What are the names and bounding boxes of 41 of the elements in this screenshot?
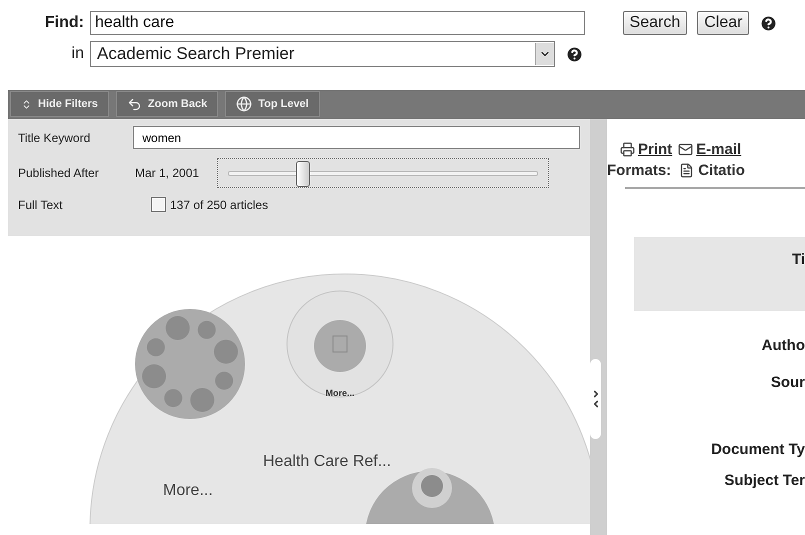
back-arrow-icon — [126, 96, 142, 112]
full-text-checkbox[interactable] — [151, 197, 166, 212]
printer-icon — [620, 142, 635, 157]
toolbar-button[interactable]: Top Level — [225, 91, 320, 117]
field-label: Sour — [770, 374, 805, 391]
article-count: 137 of 250 articles — [170, 198, 268, 212]
in-label: in — [70, 45, 84, 63]
envelope-icon — [678, 142, 694, 157]
database-select[interactable]: Academic Search Premier — [90, 41, 555, 67]
subtopic-cluster-drawing[interactable] — [135, 309, 245, 419]
field-label: Ti — [792, 251, 805, 270]
subtopic-cluster-drawing[interactable] — [365, 468, 495, 524]
formats-label: Formats: — [607, 162, 672, 179]
toolbar-button[interactable]: Zoom Back — [116, 91, 218, 117]
globe-icon — [236, 96, 252, 112]
field-label: Subject Ter — [723, 472, 805, 489]
field-label: Document Ty — [710, 441, 805, 458]
action-link[interactable]: Print — [638, 141, 672, 158]
search-button[interactable]: Search — [622, 11, 688, 35]
panel-toggle[interactable] — [590, 359, 601, 439]
more-label[interactable]: More... — [163, 482, 213, 499]
date-slider[interactable] — [217, 158, 550, 188]
clear-button[interactable]: Clear — [697, 11, 750, 35]
field-label: Autho — [760, 337, 805, 354]
find-input[interactable]: health care — [90, 11, 585, 35]
title-keyword-input[interactable]: women — [133, 126, 580, 149]
toolbar-button[interactable]: Hide Filters — [10, 91, 109, 117]
action-link[interactable]: E-mail — [696, 141, 742, 158]
cluster-label[interactable]: Health Care Ref... — [263, 453, 392, 470]
document-icon — [679, 163, 694, 178]
help-icon[interactable] — [759, 14, 778, 32]
format-name: Citatio — [698, 162, 745, 179]
date-value: Mar 1, 2001 — [135, 166, 200, 180]
more-label[interactable]: More... — [326, 388, 354, 398]
find-label: Find: — [44, 14, 84, 32]
field-label: Title Keyword — [18, 130, 92, 144]
field-label: Published After — [18, 166, 100, 180]
slider-thumb[interactable] — [296, 161, 310, 187]
field-label: Full Text — [18, 198, 64, 212]
up-down-arrows-icon — [21, 98, 32, 110]
help-icon[interactable] — [565, 44, 584, 64]
